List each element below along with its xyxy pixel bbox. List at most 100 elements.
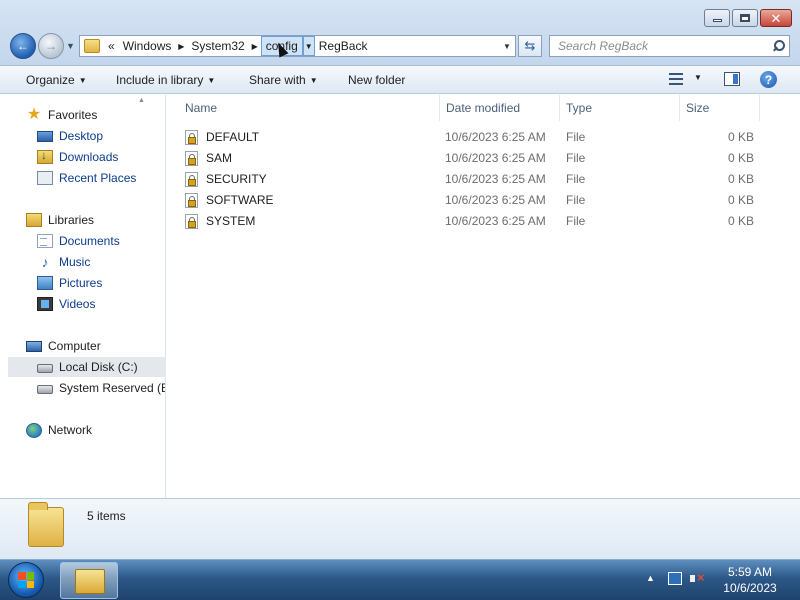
file-name: SOFTWARE xyxy=(206,193,274,207)
recent-places-icon xyxy=(37,171,53,185)
file-type: File xyxy=(566,130,586,144)
back-button[interactable]: ← xyxy=(10,33,36,59)
forward-button[interactable]: → xyxy=(38,33,64,59)
nav-label: Computer xyxy=(48,339,101,353)
start-button[interactable] xyxy=(8,562,44,598)
share-with-label: Share with xyxy=(249,73,306,87)
folder-icon xyxy=(28,502,64,547)
column-header-date-modified[interactable]: Date modified xyxy=(440,95,560,121)
refresh-button[interactable]: ⇆ xyxy=(518,35,542,57)
preview-pane-icon[interactable] xyxy=(724,72,740,86)
locked-file-icon xyxy=(185,130,198,145)
include-in-library-label: Include in library xyxy=(116,73,204,87)
nav-label: Pictures xyxy=(59,276,103,290)
column-label: Name xyxy=(185,101,218,115)
search-icon[interactable] xyxy=(772,40,785,52)
system-clock[interactable]: 5:59 AM 10/6/2023 xyxy=(716,564,784,596)
pictures-icon xyxy=(37,276,53,290)
show-hidden-icons-icon[interactable]: ▲ xyxy=(646,573,655,583)
clock-time: 5:59 AM xyxy=(727,565,773,579)
chevron-down-icon: ▼ xyxy=(309,76,318,85)
table-row[interactable]: SECURITY 10/6/2023 6:25 AM File 0 KB xyxy=(185,169,775,189)
new-folder-button[interactable]: New folder xyxy=(348,73,405,87)
taskbar-explorer-button[interactable] xyxy=(60,562,118,599)
file-type: File xyxy=(566,193,586,207)
address-overflow[interactable]: « xyxy=(104,36,119,56)
nav-label: Network xyxy=(48,423,93,437)
chevron-down-icon: ▼ xyxy=(78,76,87,85)
file-name: SAM xyxy=(206,151,233,165)
view-options-dropdown-icon[interactable]: ▼ xyxy=(694,73,702,82)
address-bar[interactable]: « Windows ▶ System32 ▶ config ▼ RegBack … xyxy=(79,35,516,57)
file-date: 10/6/2023 6:25 AM xyxy=(445,172,546,186)
new-folder-label: New folder xyxy=(348,73,406,87)
details-pane: 5 items xyxy=(0,498,800,559)
item-count: 5 items xyxy=(87,509,126,523)
network-status-icon[interactable] xyxy=(668,572,682,585)
file-name: SECURITY xyxy=(206,172,267,186)
organize-menu[interactable]: Organize ▼ xyxy=(26,73,87,87)
change-view-icon[interactable] xyxy=(669,73,683,85)
column-header-type[interactable]: Type xyxy=(560,95,680,121)
include-in-library-menu[interactable]: Include in library ▼ xyxy=(116,73,215,87)
column-label: Date modified xyxy=(446,101,521,115)
star-icon: ★ xyxy=(26,106,42,123)
nav-label: Videos xyxy=(59,297,96,311)
file-list: Name Date modified Type Size DEFAULT 10/… xyxy=(167,95,800,498)
table-row[interactable]: DEFAULT 10/6/2023 6:25 AM File 0 KB xyxy=(185,127,775,147)
nav-label: Desktop xyxy=(59,129,104,143)
table-row[interactable]: SYSTEM 10/6/2023 6:25 AM File 0 KB xyxy=(185,211,775,231)
nav-label: Downloads xyxy=(59,150,119,164)
file-type: File xyxy=(566,172,586,186)
column-header-size[interactable]: Size xyxy=(680,95,760,121)
music-icon: ♪ xyxy=(41,254,49,270)
nav-label: Documents xyxy=(59,234,120,248)
close-button[interactable]: ✕ xyxy=(760,9,792,27)
windows-logo-icon xyxy=(18,572,34,588)
address-dropdown-icon[interactable]: ▼ xyxy=(499,42,515,51)
table-row[interactable]: SAM 10/6/2023 6:25 AM File 0 KB xyxy=(185,148,775,168)
desktop-icon xyxy=(37,130,53,142)
sort-ascending-icon: ▲ xyxy=(138,97,145,104)
file-date: 10/6/2023 6:25 AM xyxy=(445,151,546,165)
table-row[interactable]: SOFTWARE 10/6/2023 6:25 AM File 0 KB xyxy=(185,190,775,210)
folder-icon xyxy=(84,39,100,53)
file-size: 0 KB xyxy=(728,130,755,144)
file-type: File xyxy=(566,151,586,165)
locked-file-icon xyxy=(185,172,198,187)
help-icon[interactable]: ? xyxy=(760,71,777,88)
crumb-windows[interactable]: Windows xyxy=(119,36,176,56)
nav-label: Music xyxy=(59,255,91,269)
navigation-pane: ★ Favorites Desktop Downloads Recent Plac… xyxy=(0,95,166,498)
documents-icon xyxy=(37,234,53,248)
nav-system-reserved[interactable]: System Reserved (E:) xyxy=(37,378,165,398)
maximize-icon xyxy=(740,14,750,22)
maximize-button[interactable] xyxy=(732,9,758,27)
search-box[interactable] xyxy=(549,35,790,57)
locked-file-icon xyxy=(185,193,198,208)
volume-muted-icon[interactable] xyxy=(690,570,705,585)
computer-icon xyxy=(26,340,42,352)
crumb-regback[interactable]: RegBack xyxy=(315,36,372,56)
file-type: File xyxy=(566,214,586,228)
file-name: SYSTEM xyxy=(206,214,256,228)
crumb-system32[interactable]: System32 xyxy=(187,36,248,56)
nav-label: Favorites xyxy=(48,108,98,122)
libraries-icon xyxy=(26,213,42,227)
minimize-button[interactable] xyxy=(704,9,730,27)
column-label: Type xyxy=(566,101,593,115)
share-with-menu[interactable]: Share with ▼ xyxy=(249,73,318,87)
search-input[interactable] xyxy=(558,39,758,53)
locked-file-icon xyxy=(185,214,198,229)
nav-local-disk[interactable]: Local Disk (C:) xyxy=(8,357,166,377)
locked-file-icon xyxy=(185,151,198,166)
refresh-icon: ⇆ xyxy=(524,38,536,53)
downloads-icon xyxy=(37,148,53,164)
crumb-chevron-icon[interactable]: ▶ xyxy=(249,36,261,56)
column-header-name[interactable]: Name xyxy=(179,95,440,121)
crumb-chevron-icon[interactable]: ▶ xyxy=(175,36,187,56)
crumb-dropdown-icon[interactable]: ▼ xyxy=(302,36,315,56)
recent-pages-dropdown[interactable]: ▼ xyxy=(66,41,75,51)
minimize-icon xyxy=(712,19,722,22)
caption-buttons: ✕ xyxy=(704,9,792,27)
